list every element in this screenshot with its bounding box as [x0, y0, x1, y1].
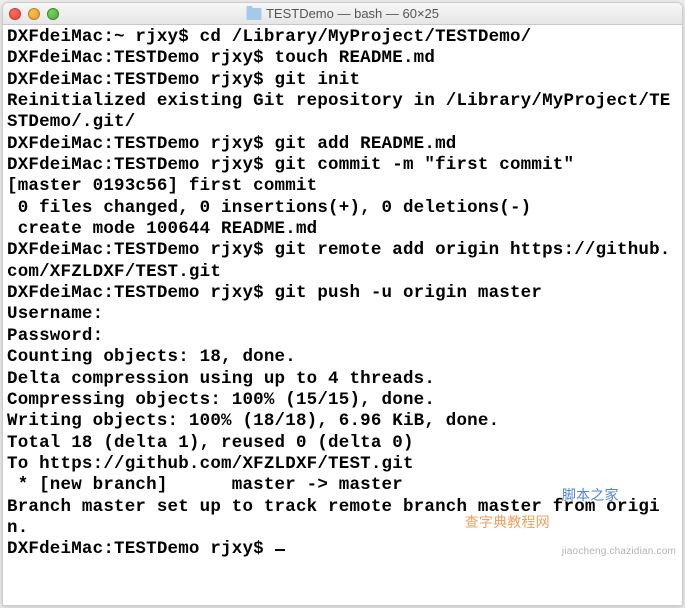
close-button[interactable]: [9, 8, 21, 20]
title-bar[interactable]: TESTDemo — bash — 60×25: [3, 3, 682, 25]
cursor: [275, 549, 285, 551]
terminal-window: TESTDemo — bash — 60×25 DXFdeiMac:~ rjxy…: [2, 2, 683, 606]
terminal-content[interactable]: DXFdeiMac:~ rjxy$ cd /Library/MyProject/…: [3, 25, 682, 605]
watermark-3: jiaocheng.chazidian.com: [562, 546, 676, 558]
window-title: TESTDemo — bash — 60×25: [266, 6, 439, 21]
traffic-lights: [9, 8, 59, 20]
minimize-button[interactable]: [28, 8, 40, 20]
folder-icon: [246, 8, 261, 20]
window-title-container: TESTDemo — bash — 60×25: [246, 6, 439, 21]
watermark-2: 脚本之家: [562, 487, 676, 504]
zoom-button[interactable]: [47, 8, 59, 20]
watermark-1: 查字典教程网: [465, 514, 550, 531]
